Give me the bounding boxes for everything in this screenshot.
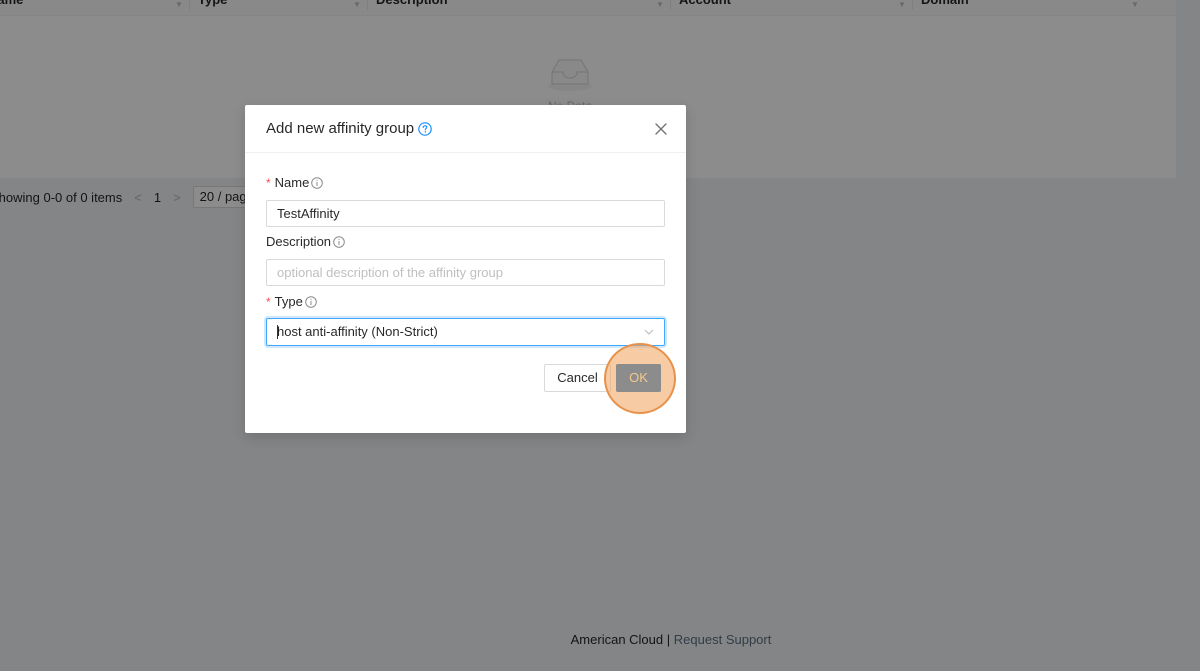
cancel-button[interactable]: Cancel	[544, 364, 611, 392]
name-label: * Name	[266, 175, 324, 190]
close-icon[interactable]	[652, 120, 670, 138]
info-circle-icon[interactable]	[305, 295, 317, 308]
required-marker: *	[266, 294, 271, 309]
description-input[interactable]	[266, 259, 665, 286]
modal-title-text: Add new affinity group	[266, 120, 415, 137]
info-circle-icon[interactable]	[333, 235, 345, 248]
modal-title: Add new affinity group	[266, 120, 432, 137]
type-select[interactable]: host anti-affinity (Non-Strict)	[266, 318, 665, 346]
name-input[interactable]	[266, 200, 665, 227]
name-label-text: Name	[274, 175, 310, 190]
modal-header: Add new affinity group	[245, 105, 686, 153]
description-label-text: Description	[266, 234, 332, 249]
type-label: * Type	[266, 294, 317, 309]
question-circle-icon[interactable]	[418, 121, 432, 136]
chevron-down-icon	[644, 329, 654, 335]
type-select-value: host anti-affinity (Non-Strict)	[277, 324, 438, 339]
text-cursor	[277, 325, 278, 339]
description-label: Description	[266, 234, 345, 249]
type-label-text: Type	[274, 294, 303, 309]
required-marker: *	[266, 175, 271, 190]
ok-button-highlighted[interactable]: OK	[616, 364, 661, 392]
info-circle-icon[interactable]	[311, 176, 324, 189]
